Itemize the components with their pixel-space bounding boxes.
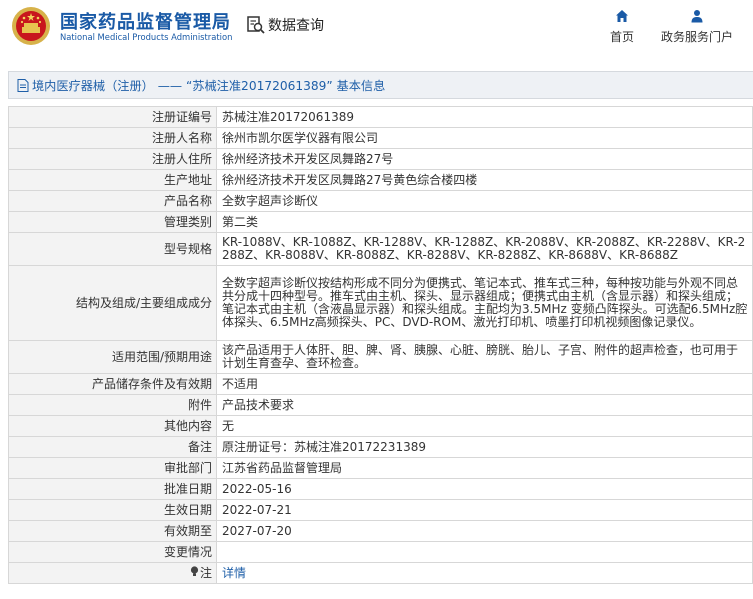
row-value: 2027-07-20	[216, 520, 753, 542]
row-label: 结构及组成/主要组成成分	[8, 265, 217, 341]
document-icon	[17, 78, 29, 92]
row-value	[216, 541, 753, 563]
data-query-link[interactable]: 数据查询	[246, 14, 324, 36]
table-row: 变更情况	[8, 541, 753, 563]
row-value: 全数字超声诊断仪按结构形成不同分为便携式、笔记本式、推车式三种，每种按功能与外观…	[216, 265, 753, 341]
row-value: 第二类	[216, 211, 753, 233]
row-label: 管理类别	[8, 211, 217, 233]
note-value-cell: 详情	[216, 562, 753, 584]
row-label: 型号规格	[8, 232, 217, 266]
row-label: 其他内容	[8, 415, 217, 437]
site-header: 国家药品监督管理局 National Medical Products Admi…	[0, 0, 753, 57]
row-label: 批准日期	[8, 478, 217, 500]
row-value: KR-1088V、KR-1088Z、KR-1288V、KR-1288Z、KR-2…	[216, 232, 753, 266]
table-row: 适用范围/预期用途 该产品适用于人体肝、胆、脾、肾、胰腺、心脏、膀胱、胎儿、子宫…	[8, 340, 753, 374]
row-label: 附件	[8, 394, 217, 416]
record-title: 境内医疗器械（注册） —— “苏械注准20172061389” 基本信息	[32, 79, 386, 93]
table-row: 注 详情	[8, 562, 753, 584]
row-value: 无	[216, 415, 753, 437]
table-row: 管理类别 第二类	[8, 211, 753, 233]
row-label: 生效日期	[8, 499, 217, 521]
site-title: 国家药品监督管理局	[60, 12, 231, 33]
row-value: 不适用	[216, 373, 753, 395]
row-label: 产品名称	[8, 190, 217, 212]
table-row: 生产地址 徐州经济技术开发区凤舞路27号黄色综合楼四楼	[8, 169, 753, 191]
table-row: 结构及组成/主要组成成分 全数字超声诊断仪按结构形成不同分为便携式、笔记本式、推…	[8, 265, 753, 341]
table-row: 注册证编号 苏械注准20172061389	[8, 106, 753, 128]
row-label: 审批部门	[8, 457, 217, 479]
user-icon	[691, 10, 703, 23]
table-row: 批准日期 2022-05-16	[8, 478, 753, 500]
row-label: 注册人名称	[8, 127, 217, 149]
detail-table: 注册证编号 苏械注准20172061389 注册人名称 徐州市凯尔医学仪器有限公…	[8, 106, 753, 584]
row-value: 产品技术要求	[216, 394, 753, 416]
national-emblem-icon	[12, 7, 50, 45]
row-value: 全数字超声诊断仪	[216, 190, 753, 212]
data-query-label: 数据查询	[268, 18, 324, 34]
row-label: 注册人住所	[8, 148, 217, 170]
table-row: 生效日期 2022-07-21	[8, 499, 753, 521]
row-label: 注	[199, 566, 212, 580]
search-document-icon	[247, 16, 265, 34]
nav-gov-label: 政务服务门户	[660, 30, 733, 44]
home-icon	[616, 10, 628, 22]
table-row: 型号规格 KR-1088V、KR-1088Z、KR-1288V、KR-1288Z…	[8, 232, 753, 266]
nav-home-label: 首页	[609, 30, 634, 44]
row-value: 江苏省药品监督管理局	[216, 457, 753, 479]
site-subtitle: National Medical Products Administration	[60, 32, 233, 42]
table-row: 产品储存条件及有效期 不适用	[8, 373, 753, 395]
lightbulb-icon	[190, 566, 199, 580]
row-value: 徐州经济技术开发区凤舞路27号黄色综合楼四楼	[216, 169, 753, 191]
row-value: 徐州经济技术开发区凤舞路27号	[216, 148, 753, 170]
table-row: 有效期至 2027-07-20	[8, 520, 753, 542]
nav-home[interactable]: 首页	[606, 9, 638, 45]
row-value: 徐州市凯尔医学仪器有限公司	[216, 127, 753, 149]
nav-gov-portal[interactable]: 政务服务门户	[658, 9, 736, 45]
detail-link[interactable]: 详情	[222, 566, 246, 580]
note-label-cell: 注	[8, 562, 217, 584]
row-label: 产品储存条件及有效期	[8, 373, 217, 395]
row-label: 变更情况	[8, 541, 217, 563]
row-value: 2022-07-21	[216, 499, 753, 521]
row-value: 2022-05-16	[216, 478, 753, 500]
table-row: 审批部门 江苏省药品监督管理局	[8, 457, 753, 479]
record-title-bar: 境内医疗器械（注册） —— “苏械注准20172061389” 基本信息	[8, 71, 753, 99]
row-label: 备注	[8, 436, 217, 458]
row-label: 生产地址	[8, 169, 217, 191]
table-row: 附件 产品技术要求	[8, 394, 753, 416]
table-row: 产品名称 全数字超声诊断仪	[8, 190, 753, 212]
table-row: 备注 原注册证号：苏械注准20172231389	[8, 436, 753, 458]
row-label: 注册证编号	[8, 106, 217, 128]
table-row: 其他内容 无	[8, 415, 753, 437]
row-value: 原注册证号：苏械注准20172231389	[216, 436, 753, 458]
table-row: 注册人名称 徐州市凯尔医学仪器有限公司	[8, 127, 753, 149]
row-label: 适用范围/预期用途	[8, 340, 217, 374]
row-label: 有效期至	[8, 520, 217, 542]
row-value: 苏械注准20172061389	[216, 106, 753, 128]
row-value: 该产品适用于人体肝、胆、脾、肾、胰腺、心脏、膀胱、胎儿、子宫、附件的超声检查，也…	[216, 340, 753, 374]
table-row: 注册人住所 徐州经济技术开发区凤舞路27号	[8, 148, 753, 170]
